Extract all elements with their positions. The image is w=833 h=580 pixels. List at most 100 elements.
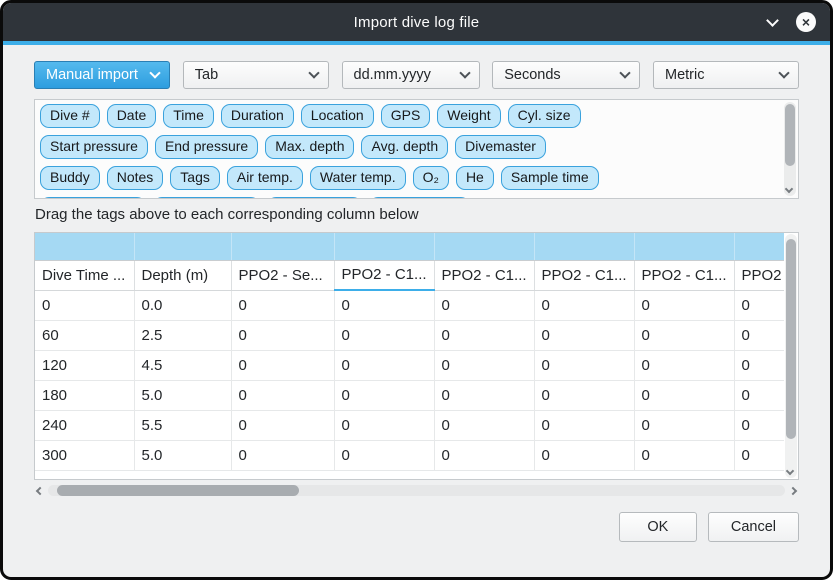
table-row: 602.5000000: [35, 320, 784, 350]
column-drop-target[interactable]: [231, 233, 334, 260]
table-cell: 0: [231, 350, 334, 380]
tag-chip[interactable]: Divemaster: [455, 135, 546, 159]
table-cell: 0: [334, 440, 434, 470]
tag-chip[interactable]: End pressure: [155, 135, 258, 159]
tag-chip[interactable]: Duration: [221, 104, 294, 128]
preview-table-panel: Dive Time ...Depth (m)PPO2 - Se...PPO2 -…: [34, 232, 799, 480]
shade-button[interactable]: [762, 12, 782, 32]
combo-value: Seconds: [504, 67, 621, 83]
table-cell: 0: [334, 380, 434, 410]
drop-row: [35, 233, 784, 260]
table-cell: 0: [334, 350, 434, 380]
tag-chip[interactable]: Tags: [170, 166, 220, 190]
cancel-button[interactable]: Cancel: [708, 512, 799, 542]
tag-chip[interactable]: Water temp.: [310, 166, 406, 190]
tag-chip[interactable]: Sample temp.: [153, 197, 259, 199]
column-drop-target[interactable]: [134, 233, 231, 260]
tag-chip[interactable]: He: [456, 166, 494, 190]
tags-scrollbar[interactable]: [784, 102, 796, 196]
table-cell: 0: [734, 350, 784, 380]
chevron-down-icon: [620, 67, 631, 78]
combo-value: Manual import: [46, 67, 151, 83]
table-hscrollbar[interactable]: [34, 483, 799, 498]
hscroll-thumb[interactable]: [57, 485, 299, 496]
ok-button[interactable]: OK: [619, 512, 697, 542]
table-cell: 0: [334, 410, 434, 440]
table-cell: 120: [35, 350, 134, 380]
table-cell: 0: [434, 410, 534, 440]
dialog-buttons: OK Cancel: [34, 512, 799, 542]
column-header[interactable]: PPO2: [734, 260, 784, 290]
table-cell: 0: [434, 440, 534, 470]
scroll-down-icon[interactable]: [786, 467, 794, 475]
tag-row: Dive # DateTime Duration Location GPSWeight C…: [40, 104, 775, 128]
table-cell: 5.5: [134, 410, 231, 440]
close-button[interactable]: ×: [796, 12, 816, 32]
column-header[interactable]: Depth (m): [134, 260, 231, 290]
tag-chip[interactable]: Sample depth: [40, 197, 146, 199]
close-icon: ×: [802, 15, 810, 29]
column-drop-target[interactable]: [634, 233, 734, 260]
column-drop-target[interactable]: [534, 233, 634, 260]
column-drop-target[interactable]: [434, 233, 534, 260]
chevron-down-icon: [459, 67, 470, 78]
import-dialog-window: Import dive log file × Manual import Tab…: [0, 0, 833, 580]
column-header[interactable]: PPO2 - C1...: [534, 260, 634, 290]
tag-chip[interactable]: Notes: [107, 166, 164, 190]
tag-chip[interactable]: Avg. depth: [361, 135, 448, 159]
tag-chip[interactable]: Air temp.: [227, 166, 303, 190]
column-drop-target[interactable]: [734, 233, 784, 260]
tag-chip[interactable]: Time: [163, 104, 214, 128]
tag-chip[interactable]: Weight: [437, 104, 500, 128]
table-cell: 0.0: [134, 290, 231, 320]
tag-chip[interactable]: O₂: [413, 166, 449, 190]
scroll-left-icon[interactable]: [36, 486, 44, 494]
header-row: Dive Time ...Depth (m)PPO2 - Se...PPO2 -…: [35, 260, 784, 290]
scroll-down-icon[interactable]: [785, 185, 793, 193]
field-separator-select[interactable]: Tab: [183, 61, 329, 89]
column-header[interactable]: PPO2 - C1...: [634, 260, 734, 290]
tags-panel: Dive # DateTime Duration Location GPSWeight C…: [34, 99, 799, 199]
tag-chip[interactable]: Start pressure: [40, 135, 148, 159]
column-drop-target[interactable]: [35, 233, 134, 260]
table-cell: 240: [35, 410, 134, 440]
tags-scrollbar-thumb[interactable]: [785, 104, 795, 166]
table-cell: 0: [534, 440, 634, 470]
table-row: 3005.0000000: [35, 440, 784, 470]
tag-chip[interactable]: Sample pO₂: [267, 197, 362, 199]
tag-chip[interactable]: Max. depth: [265, 135, 354, 159]
tag-chip[interactable]: Date: [107, 104, 157, 128]
combo-value: Tab: [195, 67, 310, 83]
scroll-right-icon[interactable]: [789, 486, 797, 494]
tag-chip[interactable]: Dive #: [40, 104, 100, 128]
units-select[interactable]: Metric: [653, 61, 799, 89]
instruction-text: Drag the tags above to each correspondin…: [35, 206, 799, 223]
tag-chip[interactable]: Sample time: [501, 166, 599, 190]
table-row: 00.0000000: [35, 290, 784, 320]
duration-format-select[interactable]: Seconds: [492, 61, 640, 89]
hscroll-track[interactable]: [48, 485, 785, 496]
tag-chip[interactable]: GPS: [381, 104, 431, 128]
table-cell: 0: [231, 440, 334, 470]
table-scrollbar-thumb[interactable]: [786, 239, 796, 439]
column-header[interactable]: PPO2 - C1...: [334, 260, 434, 290]
column-header[interactable]: PPO2 - C1...: [434, 260, 534, 290]
table-cell: 4.5: [134, 350, 231, 380]
import-mode-select[interactable]: Manual import: [34, 61, 170, 89]
tag-chip[interactable]: Cyl. size: [508, 104, 581, 128]
table-cell: 0: [231, 380, 334, 410]
column-drop-target[interactable]: [334, 233, 434, 260]
combo-value: Metric: [665, 67, 780, 83]
tag-list: Dive # DateTime Duration Location GPSWeight C…: [39, 104, 776, 199]
table-cell: 0: [734, 290, 784, 320]
date-format-select[interactable]: dd.mm.yyyy: [342, 61, 480, 89]
column-header[interactable]: PPO2 - Se...: [231, 260, 334, 290]
tag-chip[interactable]: Location: [301, 104, 374, 128]
tag-chip[interactable]: Sample CNS: [369, 197, 470, 199]
table-cell: 0: [334, 320, 434, 350]
titlebar[interactable]: Import dive log file ×: [3, 3, 830, 41]
table-cell: 0: [434, 320, 534, 350]
column-header[interactable]: Dive Time ...: [35, 260, 134, 290]
table-scrollbar[interactable]: [785, 234, 797, 478]
tag-chip[interactable]: Buddy: [40, 166, 100, 190]
